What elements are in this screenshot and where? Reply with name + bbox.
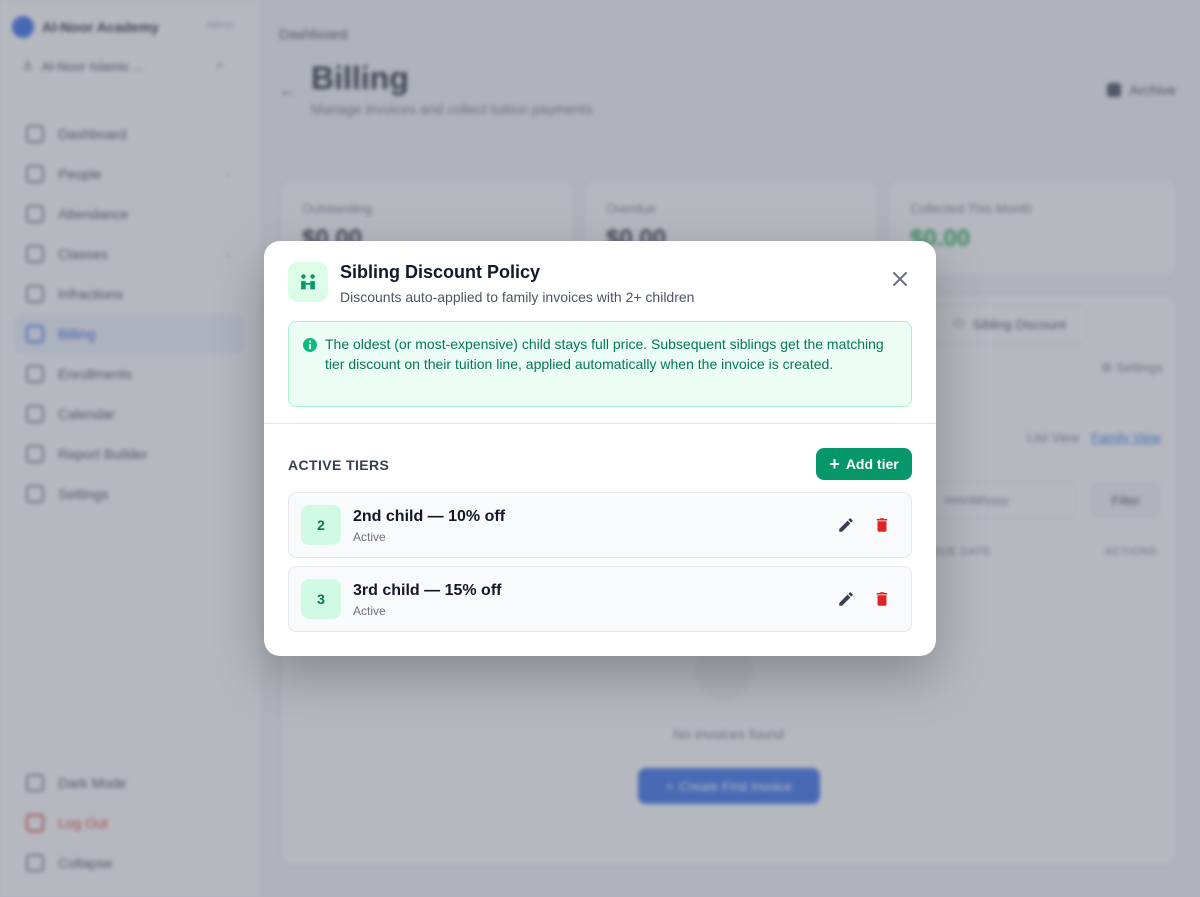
modal-title: Sibling Discount Policy [340,262,541,282]
plus-icon: + [829,454,840,474]
modal-subtitle: Discounts auto-applied to family invoice… [340,289,695,305]
trash-icon[interactable] [873,590,891,608]
tier-number-badge: 3 [301,579,341,619]
tier-status: Active [353,604,386,618]
divider [264,423,936,424]
info-callout: The oldest (or most-expensive) child sta… [288,321,912,407]
tier-name: 2nd child — 10% off [353,508,506,525]
trash-icon[interactable] [873,516,891,534]
close-icon[interactable] [890,269,910,289]
sibling-discount-modal: Sibling Discount Policy Discounts auto-a… [264,241,936,656]
active-tiers-heading: ACTIVE TIERS [288,457,390,473]
family-icon [288,262,328,302]
tier-row: 3 3rd child — 15% off Active [288,566,912,632]
info-icon [302,337,318,358]
tier-number-badge: 2 [301,505,341,545]
add-tier-label: Add tier [845,456,899,472]
tier-status: Active [353,530,386,544]
tier-name: 3rd child — 15% off [353,582,502,599]
pencil-icon[interactable] [837,590,855,608]
add-tier-button[interactable]: + Add tier [816,448,912,480]
modal-header: Sibling Discount Policy Discounts auto-a… [288,262,694,305]
info-text: The oldest (or most-expensive) child sta… [325,336,884,372]
pencil-icon[interactable] [837,516,855,534]
tier-row: 2 2nd child — 10% off Active [288,492,912,558]
